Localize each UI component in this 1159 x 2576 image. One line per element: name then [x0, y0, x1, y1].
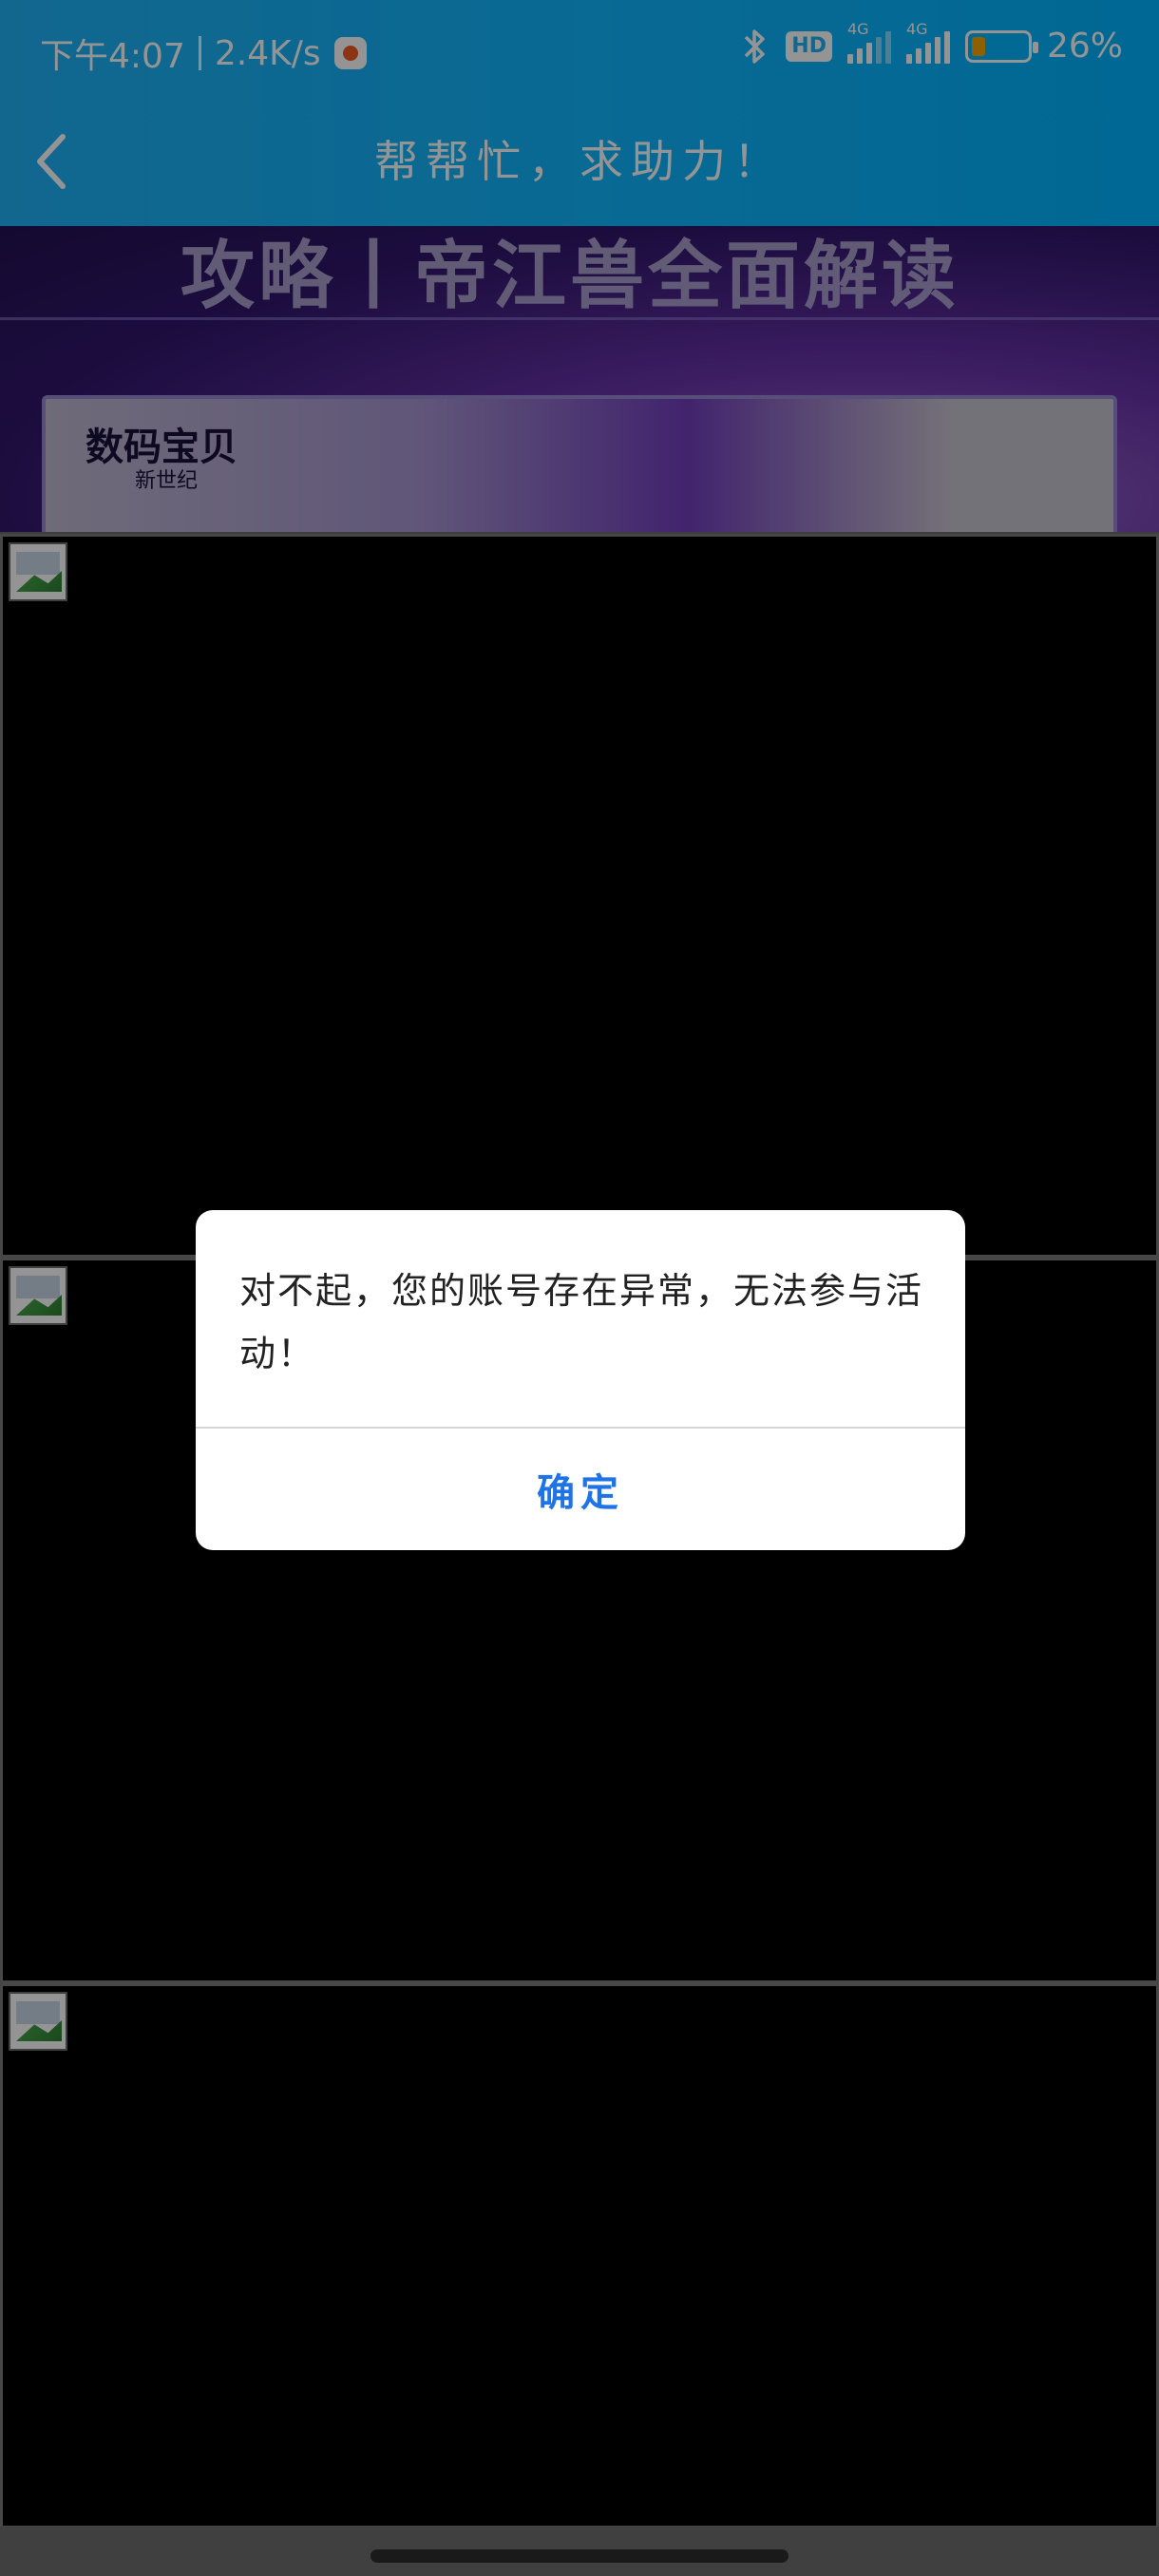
alert-message: 对不起，您的账号存在异常，无法参与活动！ — [239, 1270, 924, 1374]
alert-dialog: 对不起，您的账号存在异常，无法参与活动！ 确定 — [196, 1210, 965, 1550]
confirm-button[interactable]: 确定 — [196, 1429, 965, 1550]
home-indicator[interactable] — [370, 2549, 788, 2563]
